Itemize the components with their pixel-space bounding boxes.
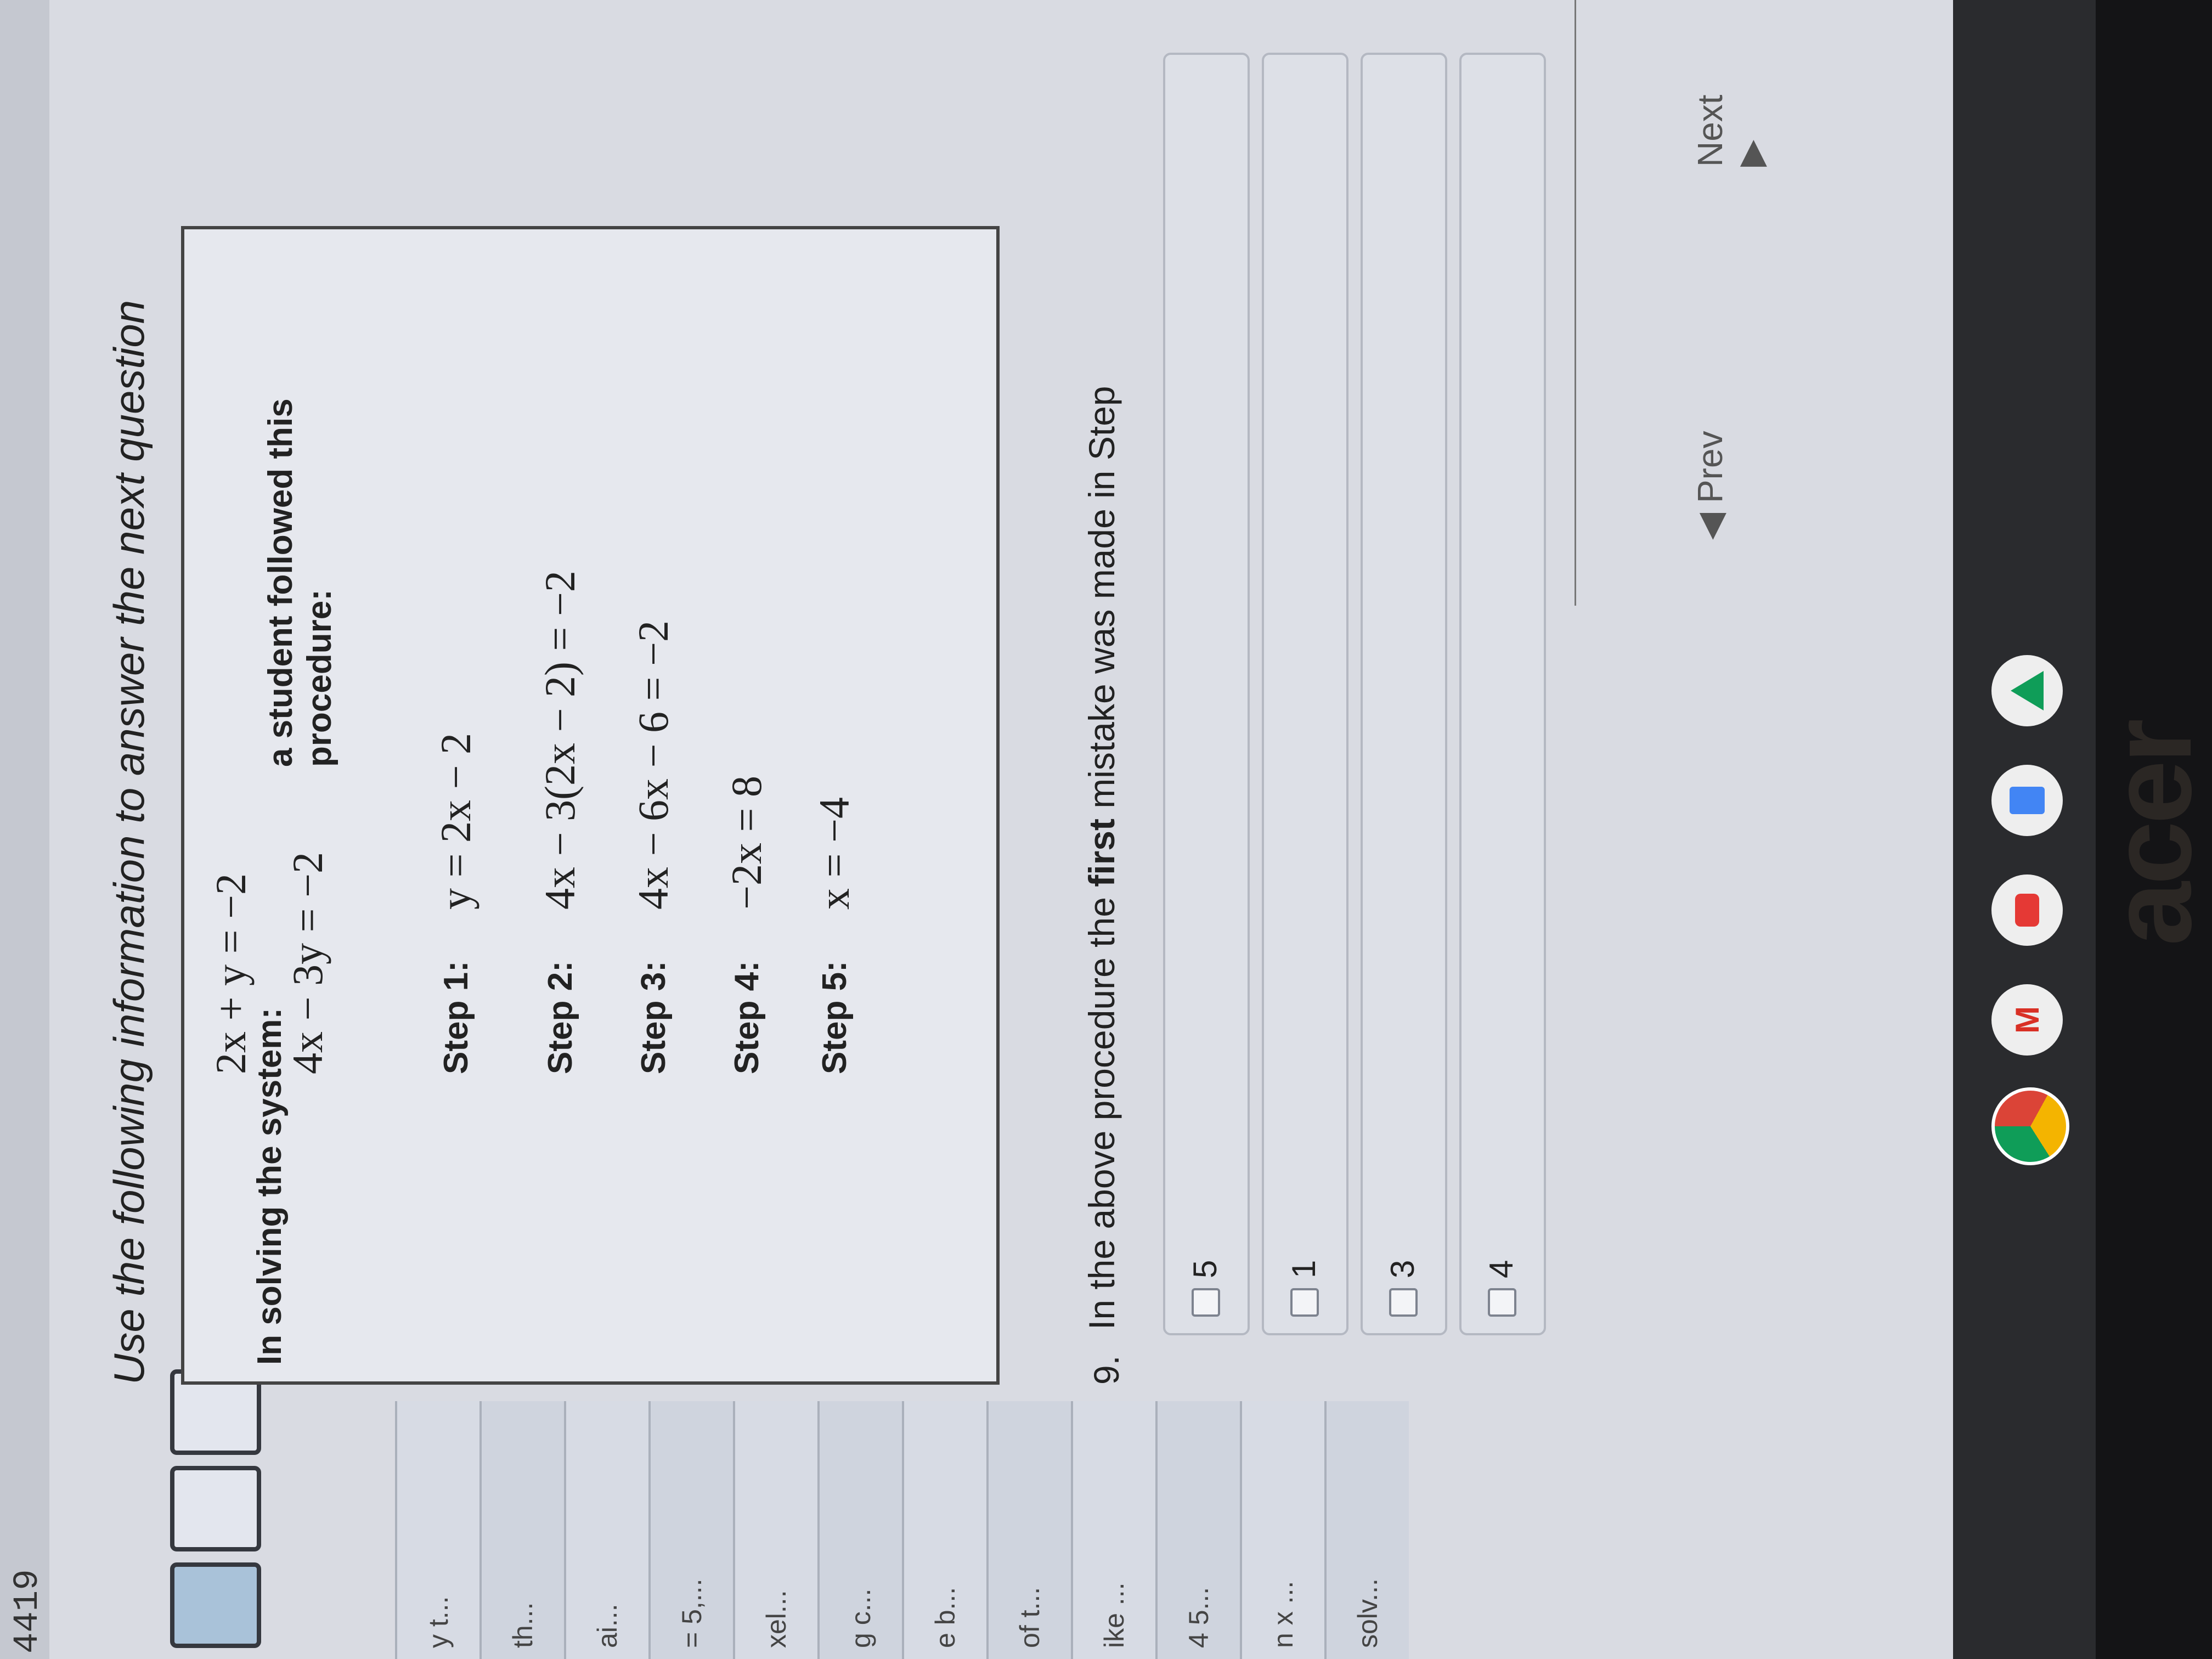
question-emphasis: first <box>1081 819 1122 887</box>
procedure-label: a student followed this procedure: <box>262 398 338 767</box>
step-equation: 4x − 6x − 6 = −2 <box>629 620 677 910</box>
step-equation: −2x = 8 <box>723 776 770 910</box>
brand-logo: acer <box>2086 721 2212 946</box>
question-list-item[interactable]: y t... <box>395 1401 479 1659</box>
content-area: 4419 y t... th... ai... = 5,... xel... g… <box>0 0 1953 1659</box>
checkbox[interactable] <box>1389 1288 1418 1317</box>
question-list-item[interactable]: ai... <box>564 1401 648 1659</box>
choice-label: 4 <box>1483 1260 1520 1278</box>
shelf: M <box>1953 0 2096 1659</box>
step-equation: x = −4 <box>810 797 858 910</box>
docs-icon[interactable] <box>1991 765 2063 836</box>
next-button[interactable]: Next ▶ <box>1690 68 1771 167</box>
step-label: Step 4: <box>728 961 766 1074</box>
question-text-part: In the above procedure the <box>1081 887 1122 1330</box>
step-equation: 4x − 3(2x − 2) = −2 <box>536 571 584 910</box>
window-id: 4419 <box>8 1569 48 1654</box>
choice-label: 3 <box>1384 1260 1421 1278</box>
tile-row <box>170 1369 261 1648</box>
chrome-icon[interactable] <box>1991 1087 2069 1165</box>
answer-choice[interactable]: 5 <box>1163 53 1250 1335</box>
choice-label: 5 <box>1187 1260 1223 1278</box>
step-label: Step 5: <box>816 961 854 1074</box>
system-equation-2: 4x − 3y = −2 <box>284 852 331 1074</box>
step-label: Step 3: <box>635 961 673 1074</box>
sidebar-tile-1[interactable] <box>170 1562 261 1648</box>
question-text: In the above procedure the first mistake… <box>1081 386 1122 1330</box>
question-text-part: mistake was made in Step <box>1081 386 1122 819</box>
sidebar: y t... th... ai... = 5,... xel... g c...… <box>49 1369 1953 1659</box>
question-list-item[interactable]: th... <box>479 1401 564 1659</box>
step-equation: y = 2x − 2 <box>432 733 479 910</box>
info-box: In solving the system: 2x + y = −2 4x − … <box>181 226 1000 1385</box>
choice-label: 1 <box>1285 1260 1322 1278</box>
youtube-icon[interactable] <box>1991 874 2063 946</box>
sidebar-tile-2[interactable] <box>170 1466 261 1551</box>
answer-choice[interactable]: 1 <box>1262 53 1348 1335</box>
answer-choice[interactable]: 3 <box>1361 53 1447 1335</box>
checkbox[interactable] <box>1290 1288 1319 1317</box>
prev-button[interactable]: ◀ Prev <box>1690 431 1731 540</box>
instruction-text: Use the following information to answer … <box>105 300 153 1385</box>
main-panel: Use the following information to answer … <box>49 0 1770 1385</box>
question-list-item[interactable]: of t... <box>986 1401 1071 1659</box>
drive-icon[interactable] <box>1991 655 2063 726</box>
question-list-item[interactable]: 4 5... <box>1155 1401 1240 1659</box>
question-list-item[interactable]: ike ... <box>1071 1401 1155 1659</box>
divider <box>1575 0 1576 606</box>
gmail-icon[interactable]: M <box>1991 984 2063 1056</box>
checkbox[interactable] <box>1192 1288 1220 1317</box>
screen: 4419 y t... th... ai... = 5,... xel... g… <box>0 0 2212 1659</box>
system-equation-1: 2x + y = −2 <box>207 873 255 1074</box>
top-bar: 4419 <box>0 0 49 1659</box>
step-label: Step 1: <box>437 961 475 1074</box>
question-list-item[interactable]: e b... <box>902 1401 986 1659</box>
question-list-item[interactable]: solv... <box>1324 1401 1409 1659</box>
question-list-item[interactable]: g c... <box>817 1401 902 1659</box>
step-label: Step 2: <box>541 961 579 1074</box>
question-list: y t... th... ai... = 5,... xel... g c...… <box>395 1401 1409 1659</box>
question-list-item[interactable]: = 5,... <box>648 1401 733 1659</box>
question-list-item[interactable]: n x ... <box>1240 1401 1324 1659</box>
answer-choice[interactable]: 4 <box>1459 53 1546 1335</box>
checkbox[interactable] <box>1488 1288 1516 1317</box>
question-list-item[interactable]: xel... <box>733 1401 817 1659</box>
question-number: 9. <box>1087 1355 1126 1385</box>
